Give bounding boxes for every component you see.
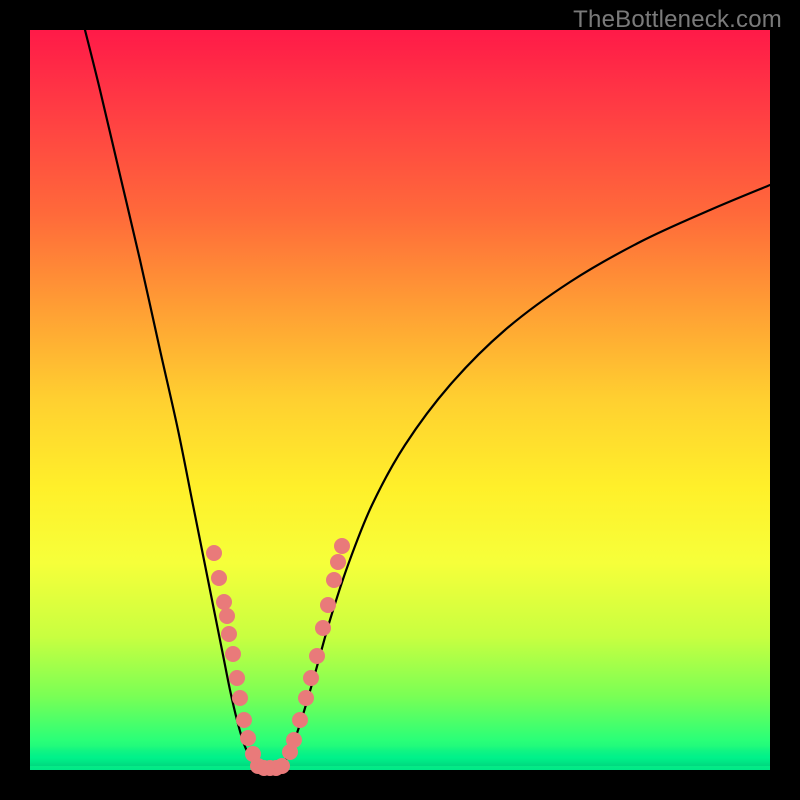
dot [292, 712, 308, 728]
dot [229, 670, 245, 686]
dot [286, 732, 302, 748]
dot [240, 730, 256, 746]
dot [225, 646, 241, 662]
dot [232, 690, 248, 706]
dot [211, 570, 227, 586]
dot [221, 626, 237, 642]
dot [303, 670, 319, 686]
dot [334, 538, 350, 554]
dot [320, 597, 336, 613]
dot [326, 572, 342, 588]
curves-layer [30, 30, 770, 770]
dot [315, 620, 331, 636]
dot [206, 545, 222, 561]
dot [330, 554, 346, 570]
plot-area [30, 30, 770, 770]
dot [298, 690, 314, 706]
scatter-dots [206, 538, 350, 776]
dot [309, 648, 325, 664]
dot [219, 608, 235, 624]
chart-frame: TheBottleneck.com [0, 0, 800, 800]
v-curve-right [280, 185, 770, 768]
dot [216, 594, 232, 610]
dot [236, 712, 252, 728]
dot [274, 758, 290, 774]
